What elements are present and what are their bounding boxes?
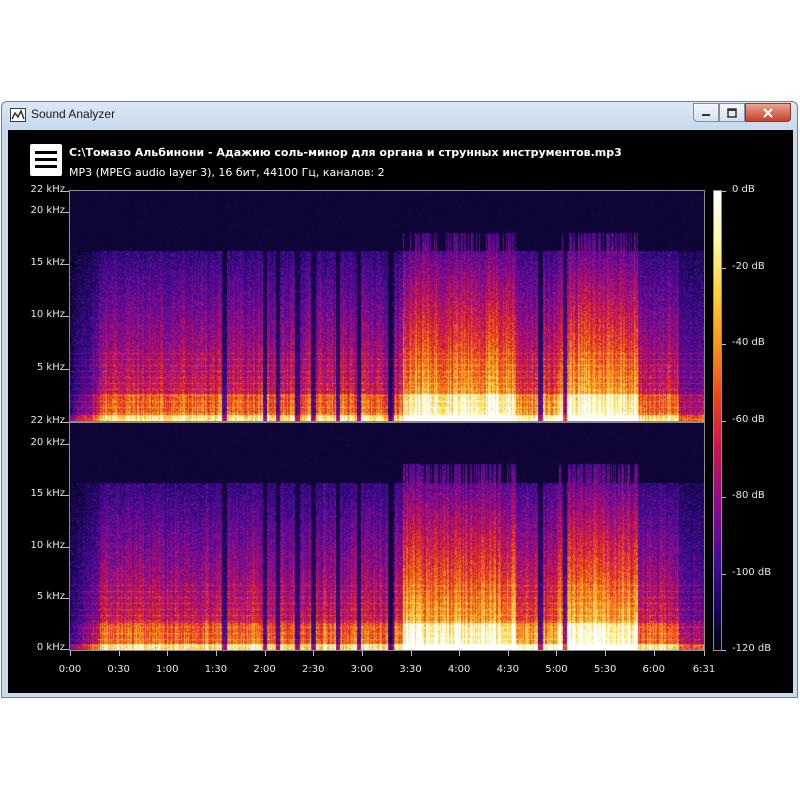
db-tick — [722, 573, 726, 575]
time-tick — [653, 651, 655, 656]
freq-label-ch2: 20 kHz — [30, 436, 65, 448]
db-label: -60 dB — [732, 413, 765, 425]
y-tick — [64, 316, 69, 318]
time-label: 5:30 — [593, 664, 617, 675]
db-tick — [722, 420, 726, 422]
y-tick — [64, 495, 69, 497]
y-tick — [64, 422, 69, 423]
time-label: 5:00 — [545, 664, 568, 675]
freq-label-ch1: 10 kHz — [30, 309, 65, 321]
db-label: -40 dB — [732, 337, 765, 348]
spectrogram-canvas-channel-2 — [70, 423, 704, 650]
spectrogram-channel-2[interactable] — [69, 422, 705, 651]
time-label: 3:30 — [399, 664, 422, 675]
y-tick — [64, 649, 69, 650]
freq-label-ch1: 5 kHz — [36, 361, 65, 373]
time-tick — [264, 651, 266, 656]
time-tick — [605, 651, 607, 656]
hamburger-menu-icon — [35, 151, 57, 154]
time-tick — [167, 651, 169, 656]
time-tick — [459, 651, 461, 656]
time-label: 0:00 — [58, 664, 82, 675]
y-tick — [64, 368, 69, 370]
analyzer-client-area: C:\Томазо Альбинони - Адажию соль-минор … — [8, 130, 793, 693]
freq-label-ch1: 20 kHz — [30, 204, 65, 216]
freq-label-ch2: 5 kHz — [36, 591, 65, 603]
maximize-icon — [727, 107, 737, 118]
freq-label-ch2: 0 kHz — [36, 642, 65, 653]
close-icon — [763, 107, 773, 118]
time-tick — [556, 651, 558, 656]
y-tick — [64, 264, 69, 266]
db-tick — [722, 650, 726, 651]
db-tick — [722, 191, 726, 192]
sound-analyzer-window: Sound Analyzer C:\Томазо Альбинони - Ада… — [1, 101, 798, 698]
db-label: -100 dB — [732, 566, 772, 578]
y-tick — [64, 546, 69, 548]
freq-label-ch2: 22 kHz — [30, 415, 65, 426]
y-tick — [64, 598, 69, 600]
time-tick — [70, 651, 71, 656]
db-tick — [722, 267, 726, 269]
db-label: -80 dB — [732, 490, 765, 501]
minimize-icon — [702, 113, 710, 116]
minimize-button[interactable] — [693, 103, 719, 122]
maximize-button[interactable] — [719, 103, 745, 122]
db-tick — [722, 344, 726, 345]
sound-analyzer-icon — [10, 108, 26, 122]
colorbar — [713, 190, 722, 651]
time-label: 6:00 — [642, 664, 665, 675]
file-path: C:\Томазо Альбинони - Адажию соль-минор … — [69, 146, 622, 159]
close-button[interactable] — [745, 103, 791, 122]
freq-label-ch1: 15 kHz — [30, 257, 65, 269]
y-tick — [64, 211, 69, 213]
time-label: 1:30 — [204, 664, 228, 675]
time-tick — [410, 651, 412, 656]
time-label: 6:31 — [692, 664, 716, 675]
freq-label-ch2: 15 kHz — [30, 488, 65, 500]
db-label: 0 dB — [732, 184, 755, 195]
time-tick — [313, 651, 315, 656]
y-tick — [64, 443, 69, 445]
db-label: -120 dB — [732, 643, 772, 654]
freq-label-ch1: 22 kHz — [30, 184, 65, 195]
time-label: 2:30 — [301, 664, 325, 675]
file-info: MP3 (MPEG audio layer 3), 16 бит, 44100 … — [69, 166, 385, 179]
time-label: 0:30 — [107, 664, 130, 675]
time-tick — [118, 651, 120, 656]
db-label: -20 dB — [732, 260, 765, 272]
time-label: 3:00 — [350, 664, 374, 675]
time-tick — [215, 651, 217, 656]
time-tick — [361, 651, 363, 656]
time-label: 2:00 — [253, 664, 276, 675]
spectrogram-channel-1[interactable] — [69, 190, 705, 422]
time-label: 1:00 — [156, 664, 179, 675]
y-tick — [64, 191, 69, 192]
freq-label-ch2: 10 kHz — [30, 539, 65, 551]
menu-button[interactable] — [30, 144, 62, 176]
db-tick — [722, 497, 726, 498]
time-label: 4:30 — [496, 664, 520, 675]
spectrogram-canvas-channel-1 — [70, 191, 704, 421]
time-tick — [507, 651, 509, 656]
time-label: 4:00 — [447, 664, 471, 675]
window-title: Sound Analyzer — [31, 107, 116, 121]
title-bar[interactable]: Sound Analyzer — [2, 102, 797, 129]
time-tick — [704, 651, 705, 656]
